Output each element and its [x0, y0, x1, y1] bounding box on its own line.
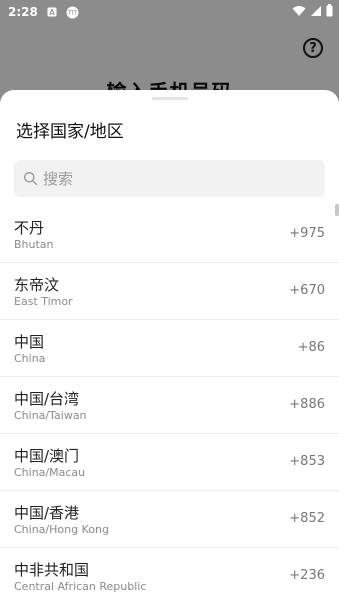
country-english-name: East Timor	[14, 295, 73, 308]
country-dial-code: +236	[289, 568, 325, 583]
country-english-name: Central African Republic	[14, 580, 147, 593]
list-item[interactable]: 中国 China +86	[0, 320, 339, 377]
notification-a-icon: A	[47, 7, 57, 17]
svg-text:A: A	[49, 8, 55, 17]
country-name: 中非共和国	[14, 561, 90, 579]
country-name: 不丹	[14, 219, 45, 237]
search-box[interactable]	[14, 160, 325, 197]
country-dial-code: +886	[289, 397, 325, 412]
notification-ttt-icon: TTT	[66, 6, 79, 19]
list-item[interactable]: 中国/香港 China/Hong Kong +852	[0, 491, 339, 548]
country-dial-code: +853	[289, 454, 325, 469]
country-picker-sheet: 选择国家/地区 不丹 Bhutan +975 东帝汶 East Timor +6…	[0, 90, 339, 602]
country-name: 中国/台湾	[14, 390, 80, 408]
country-name: 东帝汶	[14, 276, 60, 294]
country-dial-code: +670	[289, 283, 325, 298]
status-time: 2:28	[8, 5, 38, 19]
country-english-name: China/Hong Kong	[14, 523, 109, 536]
list-item[interactable]: 东帝汶 East Timor +670	[0, 263, 339, 320]
search-icon	[24, 172, 38, 186]
search-input[interactable]	[43, 169, 303, 188]
country-english-name: China/Macau	[14, 466, 86, 479]
list-item[interactable]: 不丹 Bhutan +975	[0, 206, 339, 263]
list-item[interactable]: 中国/澳门 China/Macau +853	[0, 434, 339, 491]
signal-icon	[310, 5, 322, 20]
country-english-name: China	[14, 352, 46, 365]
sheet-grabber[interactable]	[152, 97, 188, 100]
list-item[interactable]: 中非共和国 Central African Republic +236	[0, 548, 339, 602]
country-english-name: Bhutan	[14, 238, 54, 251]
country-dial-code: +975	[289, 226, 325, 241]
country-name: 中国/香港	[14, 504, 80, 522]
list-item[interactable]: 中国/台湾 China/Taiwan +886	[0, 377, 339, 434]
country-dial-code: +86	[297, 340, 325, 355]
sheet-title: 选择国家/地区	[16, 122, 124, 142]
country-english-name: China/Taiwan	[14, 409, 87, 422]
country-dial-code: +852	[289, 511, 325, 526]
country-list: 不丹 Bhutan +975 东帝汶 East Timor +670 中国 Ch…	[0, 206, 339, 602]
wifi-icon	[292, 5, 306, 20]
status-bar: 2:28 A TTT	[0, 0, 339, 24]
battery-icon	[326, 4, 333, 20]
country-name: 中国/澳门	[14, 447, 80, 465]
svg-text:TTT: TTT	[67, 10, 78, 16]
country-name: 中国	[14, 333, 45, 351]
